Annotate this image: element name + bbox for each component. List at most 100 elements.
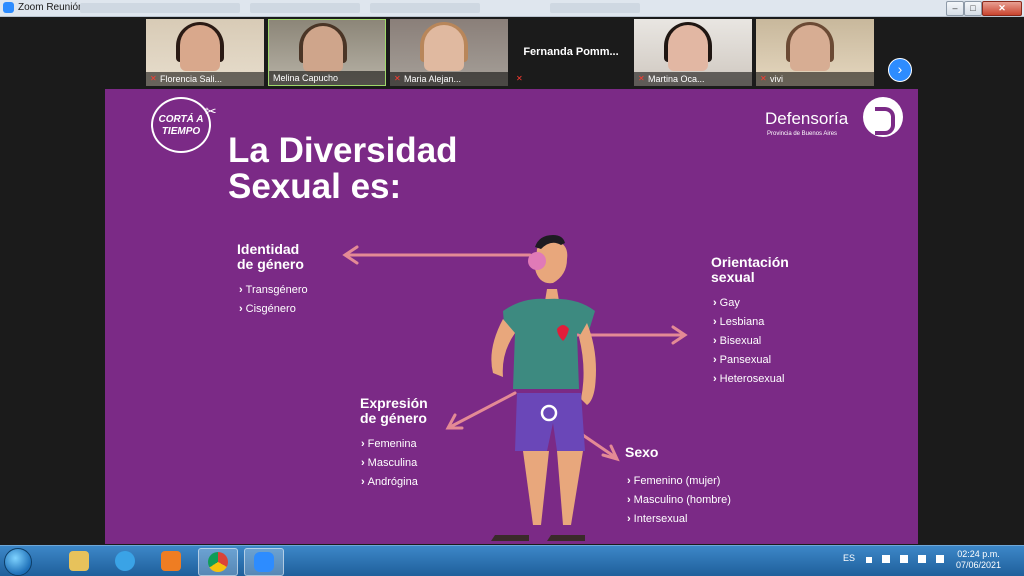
participant-name: Melina Capucho (273, 73, 339, 83)
list-item: › Intersexual (627, 513, 687, 525)
muted-mic-icon: ✕ (150, 74, 157, 83)
participant-face (303, 26, 343, 72)
participant-tile[interactable]: ✕ Martina Oca... (634, 19, 752, 86)
flag-icon[interactable] (882, 555, 890, 563)
internet-explorer-icon[interactable] (106, 548, 144, 574)
heading-line: Expresión (360, 395, 428, 411)
chrome-icon[interactable] (198, 548, 238, 576)
media-player-icon[interactable] (152, 548, 190, 574)
heading-line: de género (360, 410, 427, 426)
participant-face (424, 25, 464, 71)
list-item-label: Gay (719, 297, 740, 309)
chevron-right-icon: › (713, 297, 717, 309)
chevron-right-icon: › (627, 513, 631, 525)
chevron-right-icon: › (239, 303, 243, 315)
participant-face (180, 25, 220, 71)
participant-tile[interactable]: ✕ Florencia Sali... (146, 19, 264, 86)
list-item-label: Heterosexual (719, 373, 785, 385)
figure-left-shoe (491, 535, 529, 541)
window-titlebar: Zoom Reunión – □ ✕ (0, 0, 1024, 17)
ie-glyph (115, 551, 135, 571)
figure-right-leg (557, 451, 583, 525)
file-explorer-icon[interactable] (60, 548, 98, 574)
ghost-tab (250, 3, 360, 13)
figure-shorts (515, 393, 585, 451)
taskbar-clock[interactable]: 02:24 p.m. 07/06/2021 (956, 549, 1001, 571)
heading-line: Orientación (711, 254, 789, 270)
power-icon[interactable] (900, 555, 908, 563)
list-item-label: Femenino (mujer) (633, 475, 721, 487)
participant-tile-no-video[interactable]: Fernanda Pomm... ✕ (512, 19, 630, 86)
figure-left-leg (523, 451, 549, 525)
list-item-label: Masculino (hombre) (633, 494, 731, 506)
list-item-label: Lesbiana (719, 316, 765, 328)
list-item: › Lesbiana (713, 316, 764, 328)
list-item-label: Andrógina (367, 476, 418, 488)
participant-tile[interactable]: ✕ Maria Alejan... (390, 19, 508, 86)
network-icon[interactable] (918, 555, 926, 563)
media-glyph (161, 551, 181, 571)
list-item: › Femenina (361, 438, 417, 450)
start-button[interactable] (4, 548, 32, 576)
list-item: › Heterosexual (713, 373, 785, 385)
muted-mic-icon: ✕ (516, 74, 523, 83)
list-item-label: Masculina (367, 457, 418, 469)
chevron-right-icon: › (713, 335, 717, 347)
list-item: › Transgénero (239, 284, 308, 296)
gender-figure-illustration (342, 235, 688, 541)
list-item: › Bisexual (713, 335, 761, 347)
chevron-right-icon[interactable]: › (888, 58, 912, 82)
maximize-button[interactable]: □ (964, 1, 982, 16)
participant-gallery: ✕ Florencia Sali... Melina Capucho ✕ Mar… (0, 17, 1024, 87)
participant-face (790, 25, 830, 71)
section-expresion-heading: Expresión de género (360, 396, 428, 426)
flower-icon (528, 252, 546, 270)
volume-icon[interactable] (936, 555, 944, 563)
chevron-right-icon: › (361, 438, 365, 450)
participant-face (668, 25, 708, 71)
section-orientacion-heading: Orientación sexual (711, 255, 789, 285)
zoom-icon[interactable] (244, 548, 284, 576)
show-hidden-icons-icon[interactable] (866, 557, 872, 563)
list-item: › Gay (713, 297, 740, 309)
participant-tile[interactable]: ✕ vivi (756, 19, 874, 86)
list-item-label: Cisgénero (245, 303, 296, 315)
clock-time: 02:24 p.m. (957, 549, 1000, 559)
heading-line: de género (237, 256, 304, 272)
language-indicator[interactable]: ES (843, 553, 855, 563)
zoom-glyph (254, 552, 274, 572)
list-item: › Andrógina (361, 476, 418, 488)
heading-line: Identidad (237, 241, 300, 257)
chevron-right-icon: › (361, 457, 365, 469)
list-item-label: Pansexual (719, 354, 772, 366)
close-button[interactable]: ✕ (982, 1, 1022, 16)
list-item: › Masculino (hombre) (627, 494, 731, 506)
ghost-tab (550, 3, 640, 13)
list-item: › Masculina (361, 457, 417, 469)
chevron-right-icon: › (627, 494, 631, 506)
muted-mic-icon: ✕ (760, 74, 767, 83)
chrome-glyph (208, 552, 228, 572)
participant-name: Maria Alejan... (404, 74, 462, 84)
muted-mic-icon: ✕ (638, 74, 645, 83)
ghost-tab (80, 3, 240, 13)
figure-right-shoe (547, 535, 585, 541)
minimize-button[interactable]: – (946, 1, 964, 16)
heading-line: sexual (711, 269, 755, 285)
chevron-right-icon: › (713, 316, 717, 328)
list-item-label: Bisexual (719, 335, 762, 347)
shared-slide: CORTÁ A TIEMPO ✂ La Diversidad Sexual es… (105, 89, 918, 544)
list-item-label: Intersexual (633, 513, 688, 525)
chevron-right-icon: › (713, 354, 717, 366)
ghost-tab (370, 3, 480, 13)
chevron-right-icon: › (713, 373, 717, 385)
list-item: › Cisgénero (239, 303, 296, 315)
zoom-app-icon (3, 2, 14, 13)
chevron-right-icon: › (361, 476, 365, 488)
chevron-right-icon: › (239, 284, 243, 296)
participant-name: Martina Oca... (648, 74, 705, 84)
participant-tile-active[interactable]: Melina Capucho (268, 19, 386, 86)
muted-mic-icon: ✕ (394, 74, 401, 83)
section-identidad-heading: Identidad de género (237, 242, 304, 272)
arrow-expresion (448, 391, 517, 429)
